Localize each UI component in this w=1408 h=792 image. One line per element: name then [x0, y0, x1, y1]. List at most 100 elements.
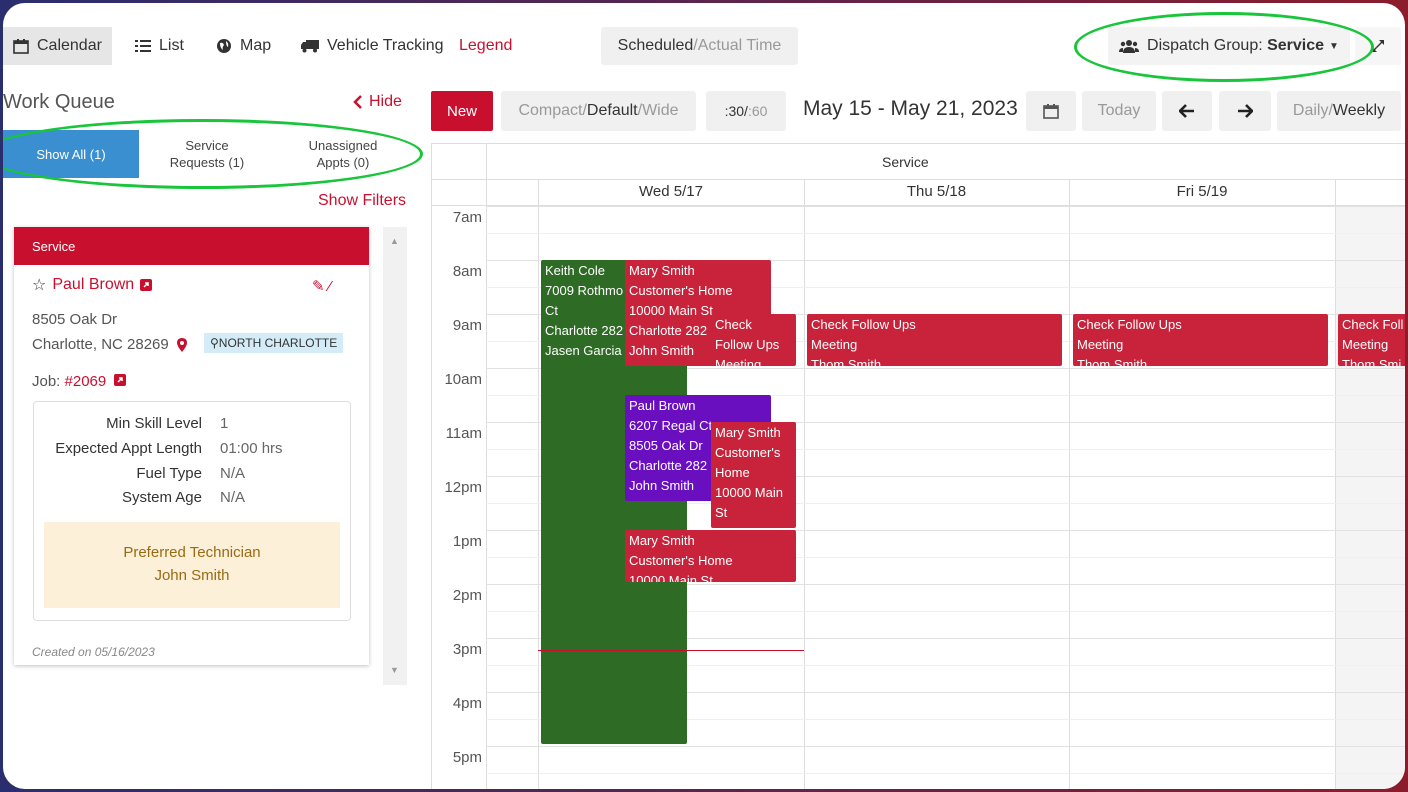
- appointment-block[interactable]: Check Follow Ups Meeting Thom Smith: [807, 314, 1062, 366]
- preferred-technician-box: Preferred Technician John Smith: [44, 522, 340, 608]
- appt-line: Meeting: [715, 357, 762, 366]
- calendar-icon: [1043, 103, 1059, 119]
- work-queue-tabs: Show All (1) Service Requests (1) Unassig…: [3, 130, 418, 178]
- appt-line: St: [715, 505, 728, 520]
- customer-name-link[interactable]: ☆ Paul Brown: [32, 275, 153, 295]
- group-header-row: Service: [432, 143, 1405, 180]
- hour-line: [486, 746, 1405, 747]
- time-label: 3pm: [452, 641, 482, 658]
- appointment-block[interactable]: Mary Smith Customer's Home 10000 Main St: [711, 422, 796, 528]
- expand-button[interactable]: [1355, 27, 1401, 65]
- detail-label: Fuel Type: [136, 465, 202, 482]
- created-date: Created on 05/16/2023: [32, 645, 155, 659]
- daily-label: Daily/: [1292, 102, 1333, 119]
- appt-line: Meeting: [1077, 337, 1124, 352]
- list-icon: [135, 39, 151, 53]
- scroll-down-icon[interactable]: ▼: [390, 665, 399, 675]
- appointment-block[interactable]: Check Foll Meeting Thom Smi: [1338, 314, 1405, 366]
- edit-icon[interactable]: ✎: [312, 278, 325, 295]
- arrow-right-icon: [1237, 104, 1253, 118]
- appointment-block[interactable]: Check Follow Ups Meeting: [711, 314, 796, 366]
- weekly-label: Weekly: [1332, 102, 1386, 119]
- col-divider: [804, 180, 805, 789]
- tab-unassigned-appts[interactable]: Unassigned Appts (0): [275, 130, 411, 178]
- dispatch-group-prefix: Dispatch Group:: [1147, 37, 1268, 54]
- view-wide: /Wide: [637, 102, 679, 119]
- star-icon[interactable]: ☆: [32, 275, 46, 295]
- appt-line: 10000 Main St: [629, 573, 713, 582]
- work-queue-scrollbar[interactable]: ▲ ▼: [383, 227, 407, 685]
- new-appointment-button[interactable]: New: [431, 91, 493, 131]
- work-queue-card[interactable]: Service ☆ Paul Brown ✎ ⁄ 8505 Oak Dr Char…: [14, 227, 369, 665]
- arrow-left-icon: [1179, 104, 1195, 118]
- appt-line: Meeting: [1342, 337, 1389, 352]
- view-density-toggle[interactable]: Compact/Default/Wide: [501, 91, 696, 131]
- magic-wand-icon[interactable]: ⁄: [329, 278, 332, 295]
- nav-list[interactable]: List: [125, 27, 194, 65]
- scheduled-actual-toggle[interactable]: Scheduled/Actual Time: [601, 27, 798, 65]
- appt-line: Check Foll: [1342, 317, 1404, 332]
- job-number-link[interactable]: #2069: [65, 373, 107, 390]
- job-external-link-icon[interactable]: [114, 374, 127, 386]
- day-header-thu: Thu 5/18: [906, 183, 967, 200]
- job-details-box: Min Skill Level 1 Expected Appt Length 01:…: [33, 401, 351, 621]
- map-marker-icon[interactable]: [176, 337, 187, 352]
- customer-city: Charlotte, NC 28269: [32, 336, 169, 353]
- appt-line: Customer's: [715, 445, 781, 460]
- globe-icon: [216, 38, 232, 54]
- appt-line: Thom Smith: [811, 357, 882, 366]
- calendar-icon: [13, 38, 29, 54]
- appointment-block[interactable]: Mary Smith Customer's Home 10000 Main St: [625, 530, 796, 582]
- job-row: Job: #2069: [32, 373, 127, 390]
- work-queue-title: Work Queue: [3, 91, 115, 113]
- date-picker-button[interactable]: [1026, 91, 1076, 131]
- actual-time-label: /Actual Time: [693, 37, 782, 54]
- detail-value: N/A: [220, 489, 246, 506]
- daily-weekly-toggle[interactable]: Daily/Weekly: [1277, 91, 1401, 131]
- hour-line: [486, 206, 1405, 207]
- appt-line: Paul Brown: [629, 398, 696, 413]
- interval-toggle[interactable]: :30/:60: [706, 91, 786, 131]
- tab-show-all[interactable]: Show All (1): [3, 130, 139, 178]
- nav-map-label: Map: [240, 37, 272, 54]
- next-week-button[interactable]: [1219, 91, 1271, 131]
- interval-60: :60: [747, 103, 768, 119]
- legend-link[interactable]: Legend: [459, 27, 512, 65]
- job-prefix: Job:: [32, 373, 65, 390]
- tab-unassigned-line2: Appts (0): [316, 155, 370, 170]
- appt-line: Follow Ups: [715, 337, 780, 352]
- appointment-block[interactable]: Check Follow Ups Meeting Thom Smith: [1073, 314, 1328, 366]
- prev-week-button[interactable]: [1162, 91, 1212, 131]
- time-label: 1pm: [452, 533, 482, 550]
- scheduled-label: Scheduled: [617, 37, 694, 54]
- show-filters-link[interactable]: Show Filters: [318, 192, 406, 210]
- top-toolbar: Calendar List Map Vehicle Tracking Legen…: [3, 3, 1405, 69]
- nav-calendar-label: Calendar: [37, 37, 102, 54]
- half-hour-line: [486, 773, 1405, 774]
- preferred-technician-title: Preferred Technician: [123, 544, 261, 561]
- hide-work-queue-button[interactable]: Hide: [353, 93, 402, 111]
- appt-line: Customer's Home: [629, 553, 733, 568]
- truck-icon: [301, 39, 319, 53]
- nav-map[interactable]: Map: [206, 27, 281, 65]
- nav-list-label: List: [159, 37, 184, 54]
- day-header-fri: Fri 5/19: [1176, 183, 1228, 200]
- appt-line: Check Follow Ups: [811, 317, 916, 332]
- nav-vehicle-tracking[interactable]: Vehicle Tracking: [291, 27, 454, 65]
- hide-label: Hide: [369, 93, 402, 110]
- tab-service-requests[interactable]: Service Requests (1): [139, 130, 275, 178]
- today-button[interactable]: Today: [1082, 91, 1156, 131]
- scroll-up-icon[interactable]: ▲: [390, 236, 399, 246]
- zone-badge: ⚲NORTH CHARLOTTE: [204, 333, 344, 353]
- time-label: 4pm: [452, 695, 482, 712]
- appt-line: Check Follow Ups: [1077, 317, 1182, 332]
- detail-label: Min Skill Level: [106, 415, 202, 432]
- nav-vehicle-tracking-label: Vehicle Tracking: [327, 37, 444, 54]
- half-hour-line: [486, 233, 1405, 234]
- time-label: 12pm: [444, 479, 482, 496]
- tab-show-all-label: Show All (1): [36, 146, 106, 162]
- nav-calendar[interactable]: Calendar: [3, 27, 112, 65]
- col-divider: [538, 180, 539, 789]
- col-divider: [1069, 180, 1070, 789]
- dispatch-group-dropdown[interactable]: Dispatch Group: Service ▼: [1108, 27, 1350, 65]
